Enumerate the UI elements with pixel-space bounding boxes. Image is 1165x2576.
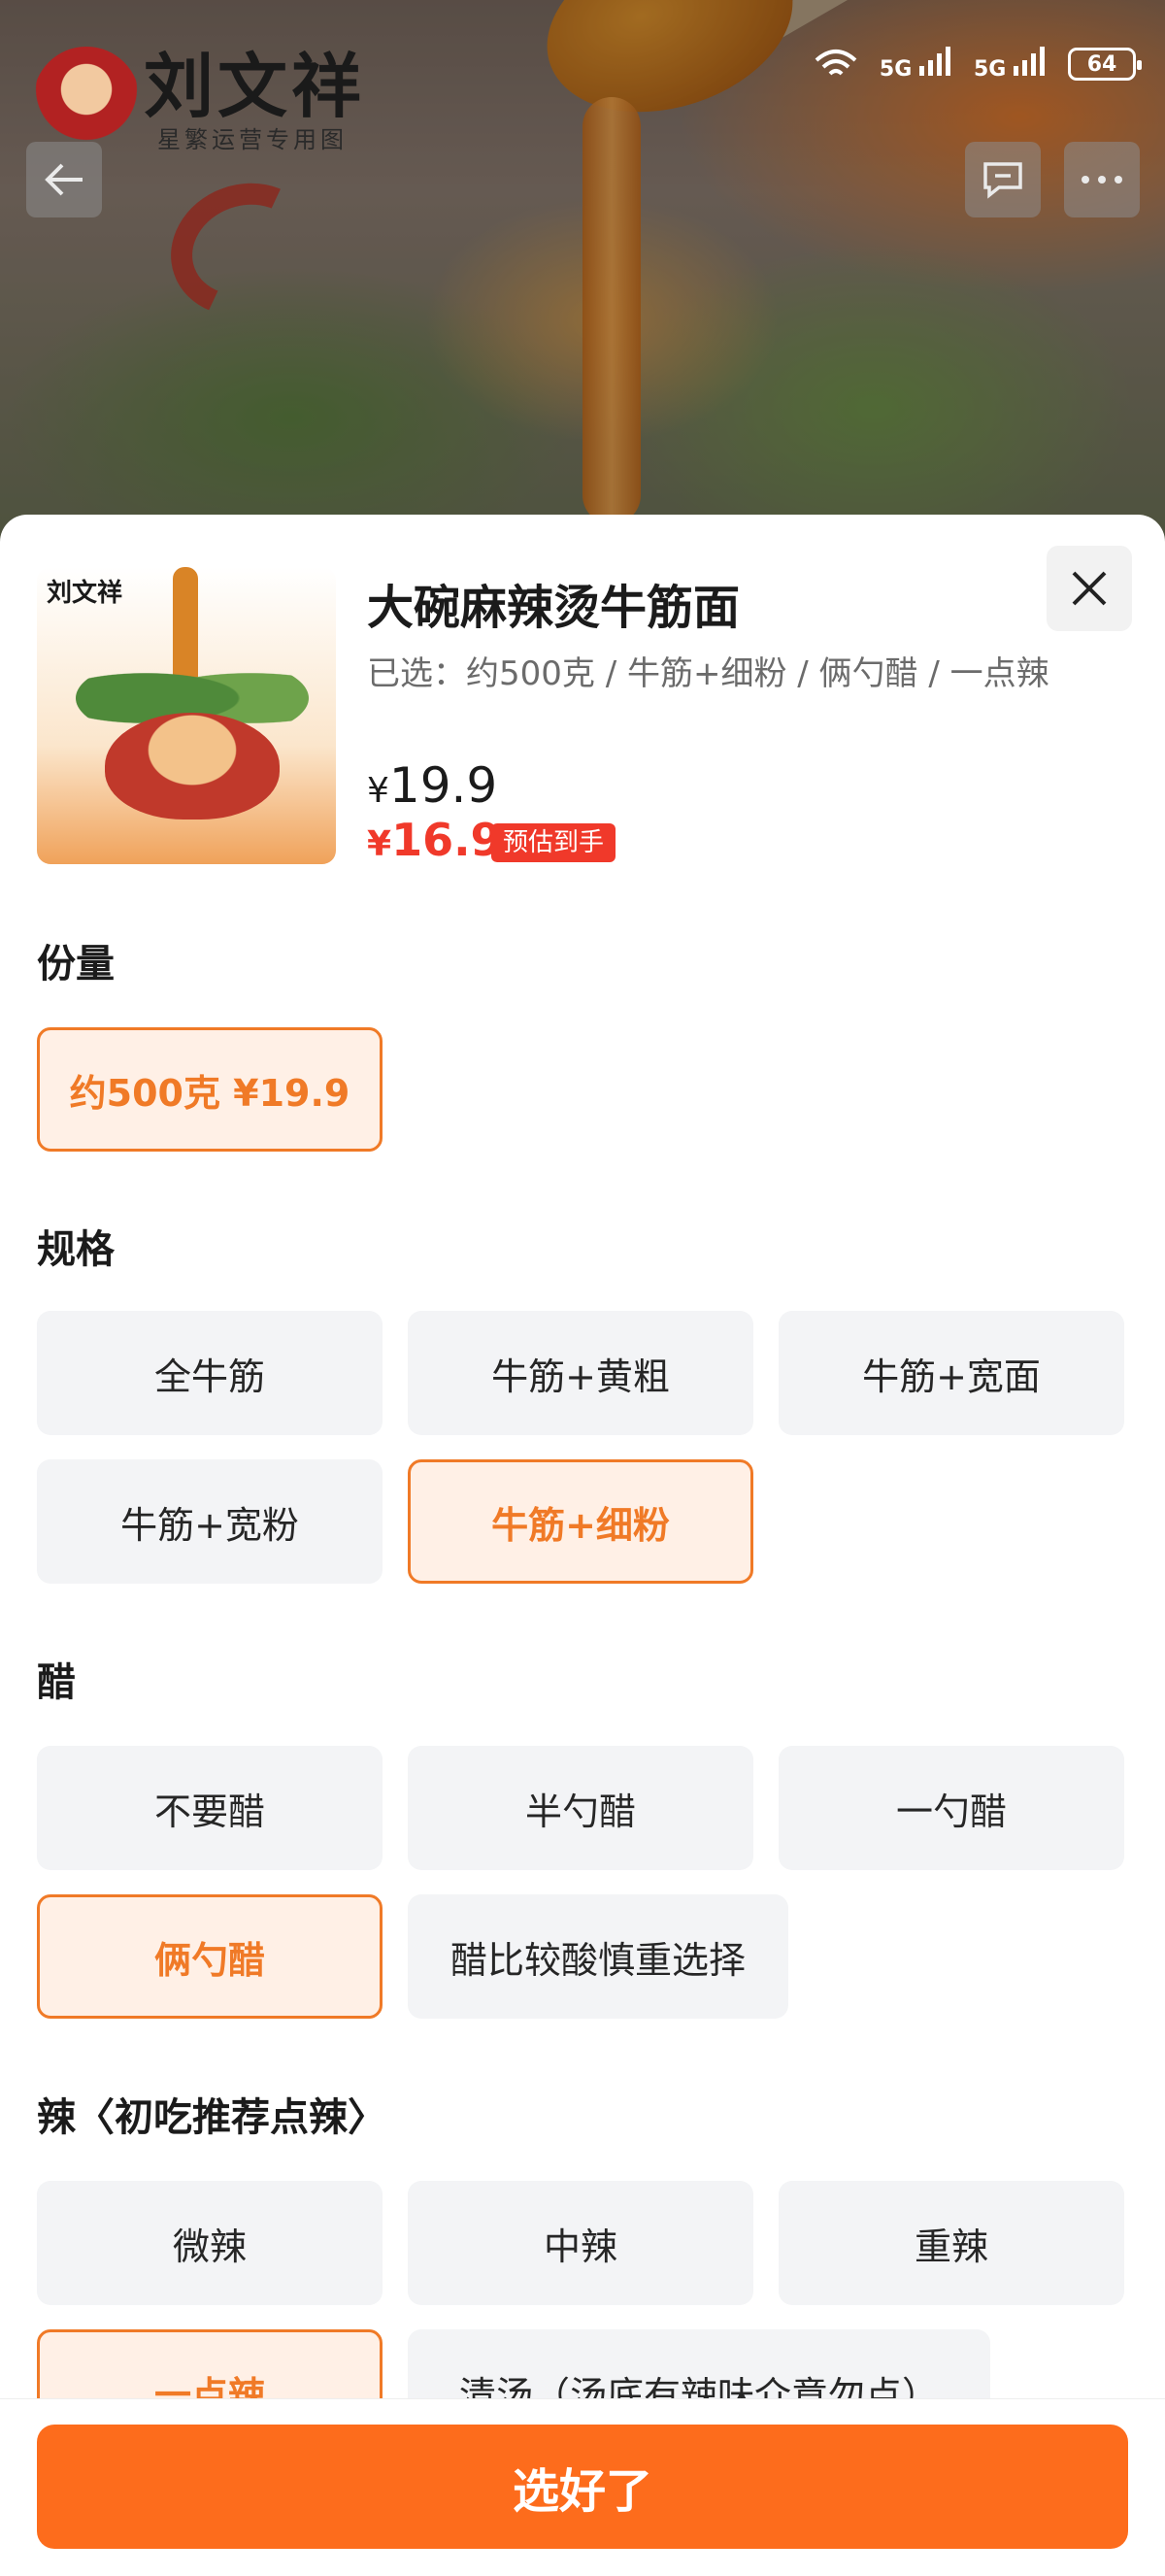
arrow-left-icon [45,163,83,196]
close-icon [1072,571,1107,606]
estimated-price-badge: 预估到手 [491,823,616,862]
logo-text: 刘文祥 [144,45,366,127]
option-spec[interactable]: 牛筋+黄粗 [408,1311,753,1435]
wifi-icon [815,50,857,76]
final-price-value: 16.9 [391,814,502,866]
section-title-vinegar: 醋 [37,1660,76,1705]
logo-subtitle: 星繁运营专用图 [157,126,348,153]
status-bar: 5G 5G 64 [814,47,1142,82]
option-spec[interactable]: 全牛筋 [37,1311,383,1435]
network-type-label: 5G [973,57,1007,82]
option-spicy[interactable]: 中辣 [408,2181,753,2305]
more-dots-icon [1082,176,1122,184]
option-spicy[interactable]: 微辣 [37,2181,383,2305]
network-type-label: 5G [879,57,913,82]
message-button[interactable] [965,142,1041,217]
back-button[interactable] [26,142,102,217]
product-thumbnail: 刘文祥 [37,567,336,864]
option-vinegar[interactable]: 不要醋 [37,1746,383,1870]
thumb-pot [105,713,280,820]
section-title-spicy: 辣〈初吃推荐点辣〉 [37,2095,386,2140]
option-spec[interactable]: 牛筋+宽粉 [37,1459,383,1584]
option-spec[interactable]: 牛筋+宽面 [779,1311,1124,1435]
currency-symbol: ¥ [367,771,389,811]
brand-logo: 刘文祥 星繁运营专用图 [19,19,388,155]
option-vinegar-selected[interactable]: 俩勺醋 [37,1894,383,2019]
option-portion[interactable]: 约500克 ¥19.9 [37,1027,383,1152]
signal-bars-icon [1014,47,1045,76]
section-title-spec: 规格 [37,1227,115,1272]
more-button[interactable] [1064,142,1140,217]
signal-2: 5G [974,47,1047,82]
option-vinegar[interactable]: 醋比较酸慎重选择 [408,1894,788,2019]
close-button[interactable] [1047,546,1132,631]
currency-symbol: ¥ [367,824,392,864]
bottom-action-bar: 选好了 [0,2398,1165,2576]
logo-mascot-icon [33,47,140,153]
signal-bars-icon [918,47,950,76]
product-title: 大碗麻辣烫牛筋面 [367,581,741,635]
thumb-logo: 刘文祥 [47,579,123,608]
selected-summary: 已选：约500克 / 牛筋+细粉 / 俩勺醋 / 一点辣 [367,654,1049,693]
section-title-portion: 份量 [37,942,115,987]
final-price: ¥16.9 [367,814,502,866]
signal-1: 5G [880,47,952,82]
original-price-value: 19.9 [388,757,498,814]
hero-image: 刘文祥 星繁运营专用图 5G 5G 64 [0,0,1165,544]
battery-icon: 64 [1068,48,1142,81]
option-vinegar[interactable]: 一勺醋 [779,1746,1124,1870]
spec-selector-sheet: 刘文祥 大碗麻辣烫牛筋面 已选：约500克 / 牛筋+细粉 / 俩勺醋 / 一点… [0,515,1165,2575]
confirm-button[interactable]: 选好了 [37,2425,1128,2549]
option-spec-selected[interactable]: 牛筋+细粉 [408,1459,753,1584]
chat-icon [983,162,1022,199]
original-price: ¥19.9 [367,757,497,814]
option-spicy[interactable]: 重辣 [779,2181,1124,2305]
option-vinegar[interactable]: 半勺醋 [408,1746,753,1870]
